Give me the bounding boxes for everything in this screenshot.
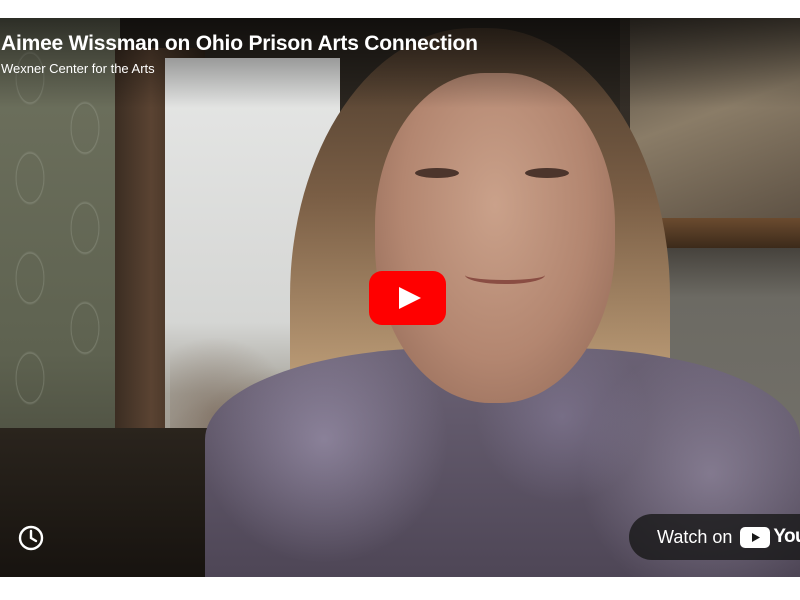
- video-player[interactable]: Aimee Wissman on Ohio Prison Arts Connec…: [0, 18, 800, 577]
- youtube-play-icon: [369, 271, 446, 325]
- youtube-logo-icon: [740, 526, 771, 548]
- watch-on-label: Watch on: [657, 526, 733, 547]
- youtube-wordmark: YouTube: [773, 526, 800, 547]
- video-title[interactable]: Aimee Wissman on Ohio Prison Arts Connec…: [1, 32, 478, 56]
- channel-name[interactable]: Wexner Center for the Arts: [1, 61, 155, 76]
- play-button[interactable]: [369, 271, 446, 325]
- clock-icon: [18, 525, 44, 551]
- watch-on-youtube-button[interactable]: Watch on YouTube: [629, 514, 800, 560]
- watch-later-button[interactable]: [17, 524, 45, 552]
- youtube-logo: YouTube: [740, 526, 800, 548]
